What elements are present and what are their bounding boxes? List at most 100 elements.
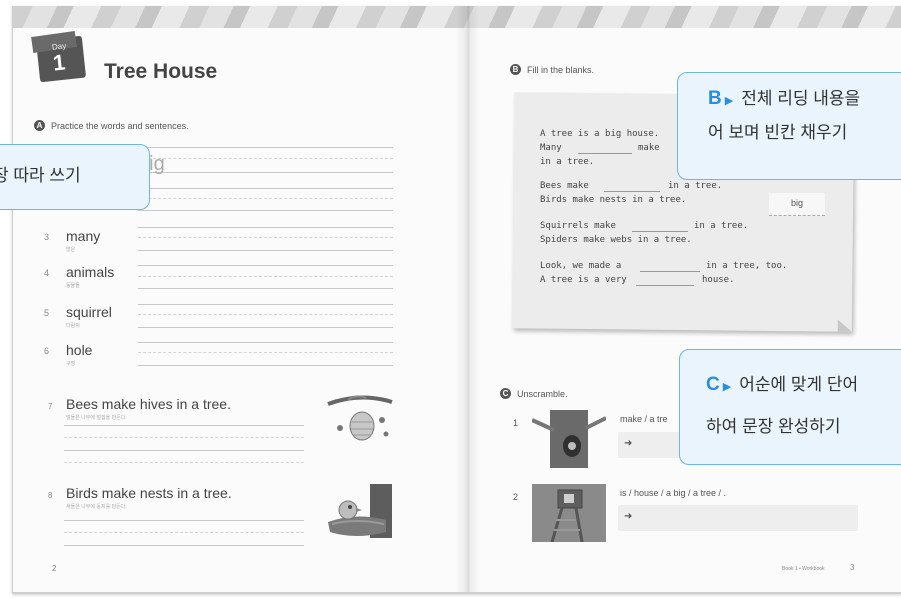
section-c-badge: C <box>500 388 511 399</box>
day-badge: Day 1 <box>31 30 87 84</box>
callout-c-line1: C ▶ 어순에 맞게 단어 <box>706 365 901 407</box>
word-translation: 다람쥐 <box>66 323 80 329</box>
page-gutter <box>456 6 480 592</box>
unscramble-prompt: is / house / a big / a tree / . <box>620 488 727 498</box>
answer-blank[interactable] <box>636 285 694 286</box>
writing-line-dashed <box>138 314 393 315</box>
word-text: animals <box>66 264 115 280</box>
word-number: 3 <box>44 232 50 242</box>
section-a-instruction: Practice the words and sentences. <box>51 120 189 131</box>
right-page-number: 3 <box>850 563 855 572</box>
word-row-animals: 4 animals 동물들 <box>44 262 404 298</box>
tree-hole-illustration <box>532 410 606 468</box>
page-title: Tree House <box>104 60 218 83</box>
word-text: many <box>66 228 101 244</box>
card-folded-corner <box>837 319 852 332</box>
unscramble-number: 2 <box>513 492 519 502</box>
writing-line <box>64 425 304 426</box>
sentence-number: 7 <box>48 402 53 411</box>
answer-blank[interactable] <box>604 191 660 192</box>
tree-house-illustration <box>532 484 606 542</box>
writing-line <box>138 304 393 305</box>
arrow-icon: ➜ <box>624 438 633 449</box>
section-c-heading: C Unscramble. <box>500 388 568 399</box>
word-text: hole <box>66 342 93 358</box>
left-page-number: 2 <box>52 564 57 573</box>
writing-line-dashed <box>138 276 393 277</box>
sentence-text: Birds make nests in a tree. <box>66 485 232 501</box>
section-b-instruction: Fill in the blanks. <box>527 64 595 75</box>
fill-line: Spiders make webs in a tree. <box>540 235 692 245</box>
word-row-squirrel: 5 squirrel 다람쥐 <box>44 302 404 338</box>
writing-line <box>64 450 304 451</box>
word-translation: 동물들 <box>66 283 80 289</box>
sentence-translation: 벌들은 나무에 벌집을 만든다. <box>66 415 127 421</box>
word-box: big <box>769 193 825 216</box>
fill-line: in a tree, too. <box>706 261 788 271</box>
fill-line: in a tree. <box>694 221 749 231</box>
writing-line-dashed <box>138 237 393 238</box>
callout-b-lead: B <box>708 88 722 109</box>
unscramble-number: 1 <box>513 418 519 428</box>
fill-line: A tree is a very <box>540 275 627 285</box>
writing-line <box>138 250 393 251</box>
fill-line: Squirrels make <box>540 221 616 231</box>
writing-line <box>138 172 393 173</box>
fill-line: Bees make <box>540 181 589 191</box>
fill-line: make <box>638 143 660 153</box>
triangle-icon: ▶ <box>724 95 734 107</box>
fill-line: Look, we made a <box>540 261 622 271</box>
fill-line: house. <box>702 275 735 285</box>
callout-b-text1: 전체 리딩 내용을 <box>741 89 861 108</box>
answer-blank[interactable] <box>578 153 632 154</box>
callout-section-a: 장 따라 쓰기 <box>0 144 150 210</box>
word-translation: 많은 <box>66 247 76 253</box>
writing-line <box>138 188 393 189</box>
word-number: 4 <box>44 268 50 278</box>
writing-line-dashed <box>138 198 393 199</box>
section-a-badge: A <box>34 120 45 131</box>
callout-a-text: 장 따라 쓰기 <box>0 166 81 185</box>
callout-section-c: C ▶ 어순에 맞게 단어 하여 문장 완성하기 <box>679 349 901 465</box>
writing-line-dashed <box>64 532 304 533</box>
fill-line: A tree is a big house. <box>540 129 660 139</box>
writing-line <box>138 210 393 211</box>
answer-field[interactable] <box>618 505 858 531</box>
section-b-badge: B <box>510 64 521 75</box>
section-b-heading: B Fill in the blanks. <box>510 64 594 75</box>
fill-line: Birds make nests in a tree. <box>540 195 687 205</box>
writing-line <box>64 545 304 546</box>
callout-b-line2: 어 보며 빈칸 채우기 <box>708 123 848 142</box>
callout-c-lead: C <box>706 374 720 395</box>
writing-line <box>64 520 304 521</box>
day-number: 1 <box>51 49 67 76</box>
fill-line: Many <box>540 143 562 153</box>
arrow-icon: ➜ <box>624 511 633 522</box>
callout-c-line2: 하여 문장 완성하기 <box>706 417 841 436</box>
word-number: 6 <box>44 346 50 356</box>
answer-blank[interactable] <box>632 231 688 232</box>
unscramble-prompt: make / a tre <box>620 414 668 424</box>
callout-c-text1: 어순에 맞게 단어 <box>739 375 859 394</box>
section-a-heading: A Practice the words and sentences. <box>34 120 189 131</box>
writing-line <box>138 265 393 266</box>
answer-blank[interactable] <box>640 271 700 272</box>
word-row-many: 3 many 많은 <box>44 226 404 262</box>
word-row-hole: 6 hole 구멍 <box>44 340 404 376</box>
writing-line-dashed <box>138 352 393 353</box>
writing-line <box>138 288 393 289</box>
triangle-icon: ▶ <box>722 381 732 393</box>
sentence-text: Bees make hives in a tree. <box>66 396 231 412</box>
book-footer: Book 1 • Workbook <box>782 566 825 572</box>
writing-line-dashed <box>138 158 393 159</box>
bee-hive-illustration <box>327 395 393 441</box>
sentence-translation: 새들은 나무에 둥지를 만든다. <box>66 504 127 510</box>
callout-b-line1: B ▶ 전체 리딩 내용을 <box>708 83 901 117</box>
section-c-instruction: Unscramble. <box>517 388 568 399</box>
fill-line: in a tree. <box>668 181 723 191</box>
writing-line <box>138 327 393 328</box>
writing-line <box>138 227 393 228</box>
writing-line <box>138 342 393 343</box>
writing-line <box>138 365 393 366</box>
word-text: squirrel <box>66 304 112 320</box>
